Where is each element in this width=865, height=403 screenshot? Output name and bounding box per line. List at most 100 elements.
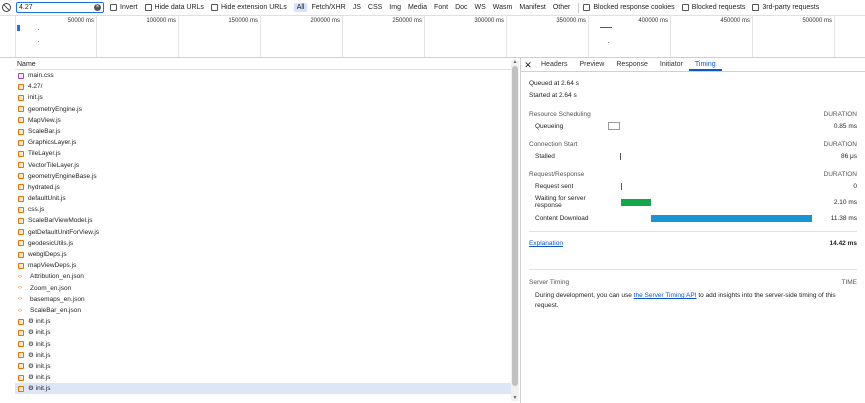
type-filter-manifest[interactable]: Manifest bbox=[516, 3, 548, 12]
clear-log-icon[interactable] bbox=[2, 3, 11, 12]
timeline-tick-label: 50000 ms bbox=[67, 18, 94, 24]
type-filter-doc[interactable]: Doc bbox=[452, 3, 470, 12]
timing-row: Content Download 11.38 ms bbox=[529, 212, 857, 224]
hide-extension-urls-checkbox[interactable]: Hide extension URLs bbox=[210, 4, 287, 11]
type-filter-fetchxhr[interactable]: Fetch/XHR bbox=[308, 3, 348, 12]
timing-row: Request sent 0 bbox=[529, 180, 857, 192]
overview-timeline[interactable]: 50000 ms 100000 ms 150000 ms 200000 ms 25000… bbox=[0, 16, 865, 58]
name-column-header[interactable]: Name bbox=[15, 60, 511, 70]
scroll-up-icon[interactable]: ▲ bbox=[512, 60, 518, 65]
blocked-requests-checkbox[interactable]: Blocked requests bbox=[681, 4, 745, 11]
timeline-request-mark bbox=[38, 29, 39, 30]
tab-preview[interactable]: Preview bbox=[573, 58, 610, 71]
section-title: Resource Scheduling bbox=[529, 111, 591, 118]
request-name: Attribution_en.json bbox=[30, 273, 84, 281]
request-row[interactable]: init.js bbox=[15, 92, 511, 103]
request-name: ScaleBar_en.json bbox=[30, 306, 81, 314]
scroll-thumb[interactable] bbox=[512, 66, 518, 386]
duration-column-label: DURATION bbox=[823, 111, 857, 118]
request-row[interactable]: geometryEngine.js bbox=[15, 104, 511, 115]
hide-data-urls-checkbox[interactable]: Hide data URLs bbox=[144, 4, 204, 11]
request-row[interactable]: MapView.js bbox=[15, 115, 511, 126]
type-filter-img[interactable]: Img bbox=[386, 3, 404, 12]
js-file-icon bbox=[18, 318, 24, 325]
divider bbox=[578, 2, 580, 13]
request-row[interactable]: 4.27/ bbox=[15, 81, 511, 92]
section-title: Request/Response bbox=[529, 171, 585, 178]
checkbox-icon bbox=[144, 4, 152, 11]
tab-response[interactable]: Response bbox=[610, 58, 654, 71]
request-row[interactable]: GraphicsLayer.js bbox=[15, 137, 511, 148]
timing-bar bbox=[620, 153, 621, 160]
request-row[interactable]: getDefaultUnitForView.js bbox=[15, 227, 511, 238]
type-filter-other[interactable]: Other bbox=[550, 3, 574, 12]
request-row[interactable]: ⚙ init.js bbox=[15, 361, 511, 372]
request-row[interactable]: hydrated.js bbox=[15, 182, 511, 193]
js-file-icon bbox=[18, 229, 24, 236]
timeline-tick-label: 150000 ms bbox=[228, 18, 258, 24]
request-row[interactable]: ‹› basemaps_en.json bbox=[15, 294, 511, 305]
type-filter-js[interactable]: JS bbox=[350, 3, 364, 12]
queued-at: Queued at 2.64 s bbox=[529, 80, 579, 87]
request-row[interactable]: geodesicUtils.js bbox=[15, 238, 511, 249]
timeline-gridline bbox=[260, 16, 261, 57]
list-scrollbar[interactable]: ▲ ▼ bbox=[511, 60, 519, 401]
request-row[interactable]: main.css bbox=[15, 70, 511, 81]
third-party-checkbox[interactable]: 3rd-party requests bbox=[752, 4, 819, 11]
js-file-icon bbox=[18, 94, 24, 101]
checkbox-icon bbox=[681, 4, 689, 11]
request-name: init.js bbox=[28, 94, 43, 102]
checkbox-icon bbox=[110, 4, 117, 11]
tab-initiator[interactable]: Initiator bbox=[654, 58, 689, 71]
timeline-tick-label: 350000 ms bbox=[556, 18, 586, 24]
server-timing-api-link[interactable]: the Server Timing API bbox=[634, 292, 697, 299]
request-row[interactable]: ScaleBar.js bbox=[15, 126, 511, 137]
request-name: GraphicsLayer.js bbox=[28, 139, 77, 147]
request-row[interactable]: ‹› Zoom_en.json bbox=[15, 283, 511, 294]
js-file-icon bbox=[18, 117, 24, 124]
request-row[interactable]: ‹› ScaleBar_en.json bbox=[15, 305, 511, 316]
css-file-icon bbox=[18, 72, 24, 79]
request-row[interactable]: ⚙ init.js bbox=[15, 316, 511, 327]
started-at: Started at 2.64 s bbox=[529, 92, 577, 99]
divider bbox=[529, 231, 857, 232]
request-row[interactable]: ‹› Attribution_en.json bbox=[15, 271, 511, 282]
json-file-icon: ‹› bbox=[18, 296, 22, 303]
blocked-cookies-checkbox[interactable]: Blocked response cookies bbox=[583, 4, 675, 11]
request-row[interactable]: ⚙ init.js bbox=[15, 350, 511, 361]
request-row[interactable]: ScaleBarViewModel.js bbox=[15, 215, 511, 226]
request-name: ⚙ init.js bbox=[28, 351, 51, 359]
tab-timing[interactable]: Timing bbox=[688, 58, 722, 71]
request-row[interactable]: ⚙ init.js bbox=[15, 339, 511, 350]
invert-checkbox[interactable]: Invert bbox=[110, 4, 138, 11]
type-filter-font[interactable]: Font bbox=[431, 3, 451, 12]
clear-filter-icon[interactable]: × bbox=[94, 4, 101, 11]
request-row[interactable]: ⚙ init.js bbox=[15, 372, 511, 383]
request-row[interactable]: mapViewDeps.js bbox=[15, 260, 511, 271]
type-filter-wasm[interactable]: Wasm bbox=[490, 3, 516, 12]
request-name: MapView.js bbox=[28, 116, 61, 124]
request-row[interactable]: ⚙ init.js bbox=[15, 327, 511, 338]
detail-tabs: ✕ Headers Preview Response Initiator Timing bbox=[521, 58, 865, 72]
type-filter-ws[interactable]: WS bbox=[472, 3, 489, 12]
tab-headers[interactable]: Headers bbox=[535, 58, 573, 71]
request-row[interactable]: geometryEngineBase.js bbox=[15, 171, 511, 182]
request-row[interactable]: css.js bbox=[15, 204, 511, 215]
type-filter-css[interactable]: CSS bbox=[365, 3, 385, 12]
scroll-down-icon[interactable]: ▼ bbox=[512, 396, 518, 401]
timing-section-header: Connection Start DURATION bbox=[529, 139, 857, 150]
js-file-icon bbox=[18, 385, 24, 392]
close-icon[interactable]: ✕ bbox=[521, 58, 535, 71]
filter-value: 4.27 bbox=[19, 4, 33, 11]
js-file-icon bbox=[18, 363, 24, 370]
request-row[interactable]: defaultUnit.js bbox=[15, 193, 511, 204]
request-row[interactable]: webglDeps.js bbox=[15, 249, 511, 260]
filter-input[interactable]: 4.27 × bbox=[16, 2, 104, 13]
request-row[interactable]: VectorTileLayer.js bbox=[15, 160, 511, 171]
type-filter-media[interactable]: Media bbox=[405, 3, 430, 12]
timing-bar bbox=[621, 199, 651, 206]
request-row[interactable]: TileLayer.js bbox=[15, 148, 511, 159]
request-row[interactable]: ⚙ init.js bbox=[15, 383, 511, 395]
explanation-link[interactable]: Explanation bbox=[529, 239, 563, 249]
type-filter-all[interactable]: All bbox=[293, 3, 308, 12]
